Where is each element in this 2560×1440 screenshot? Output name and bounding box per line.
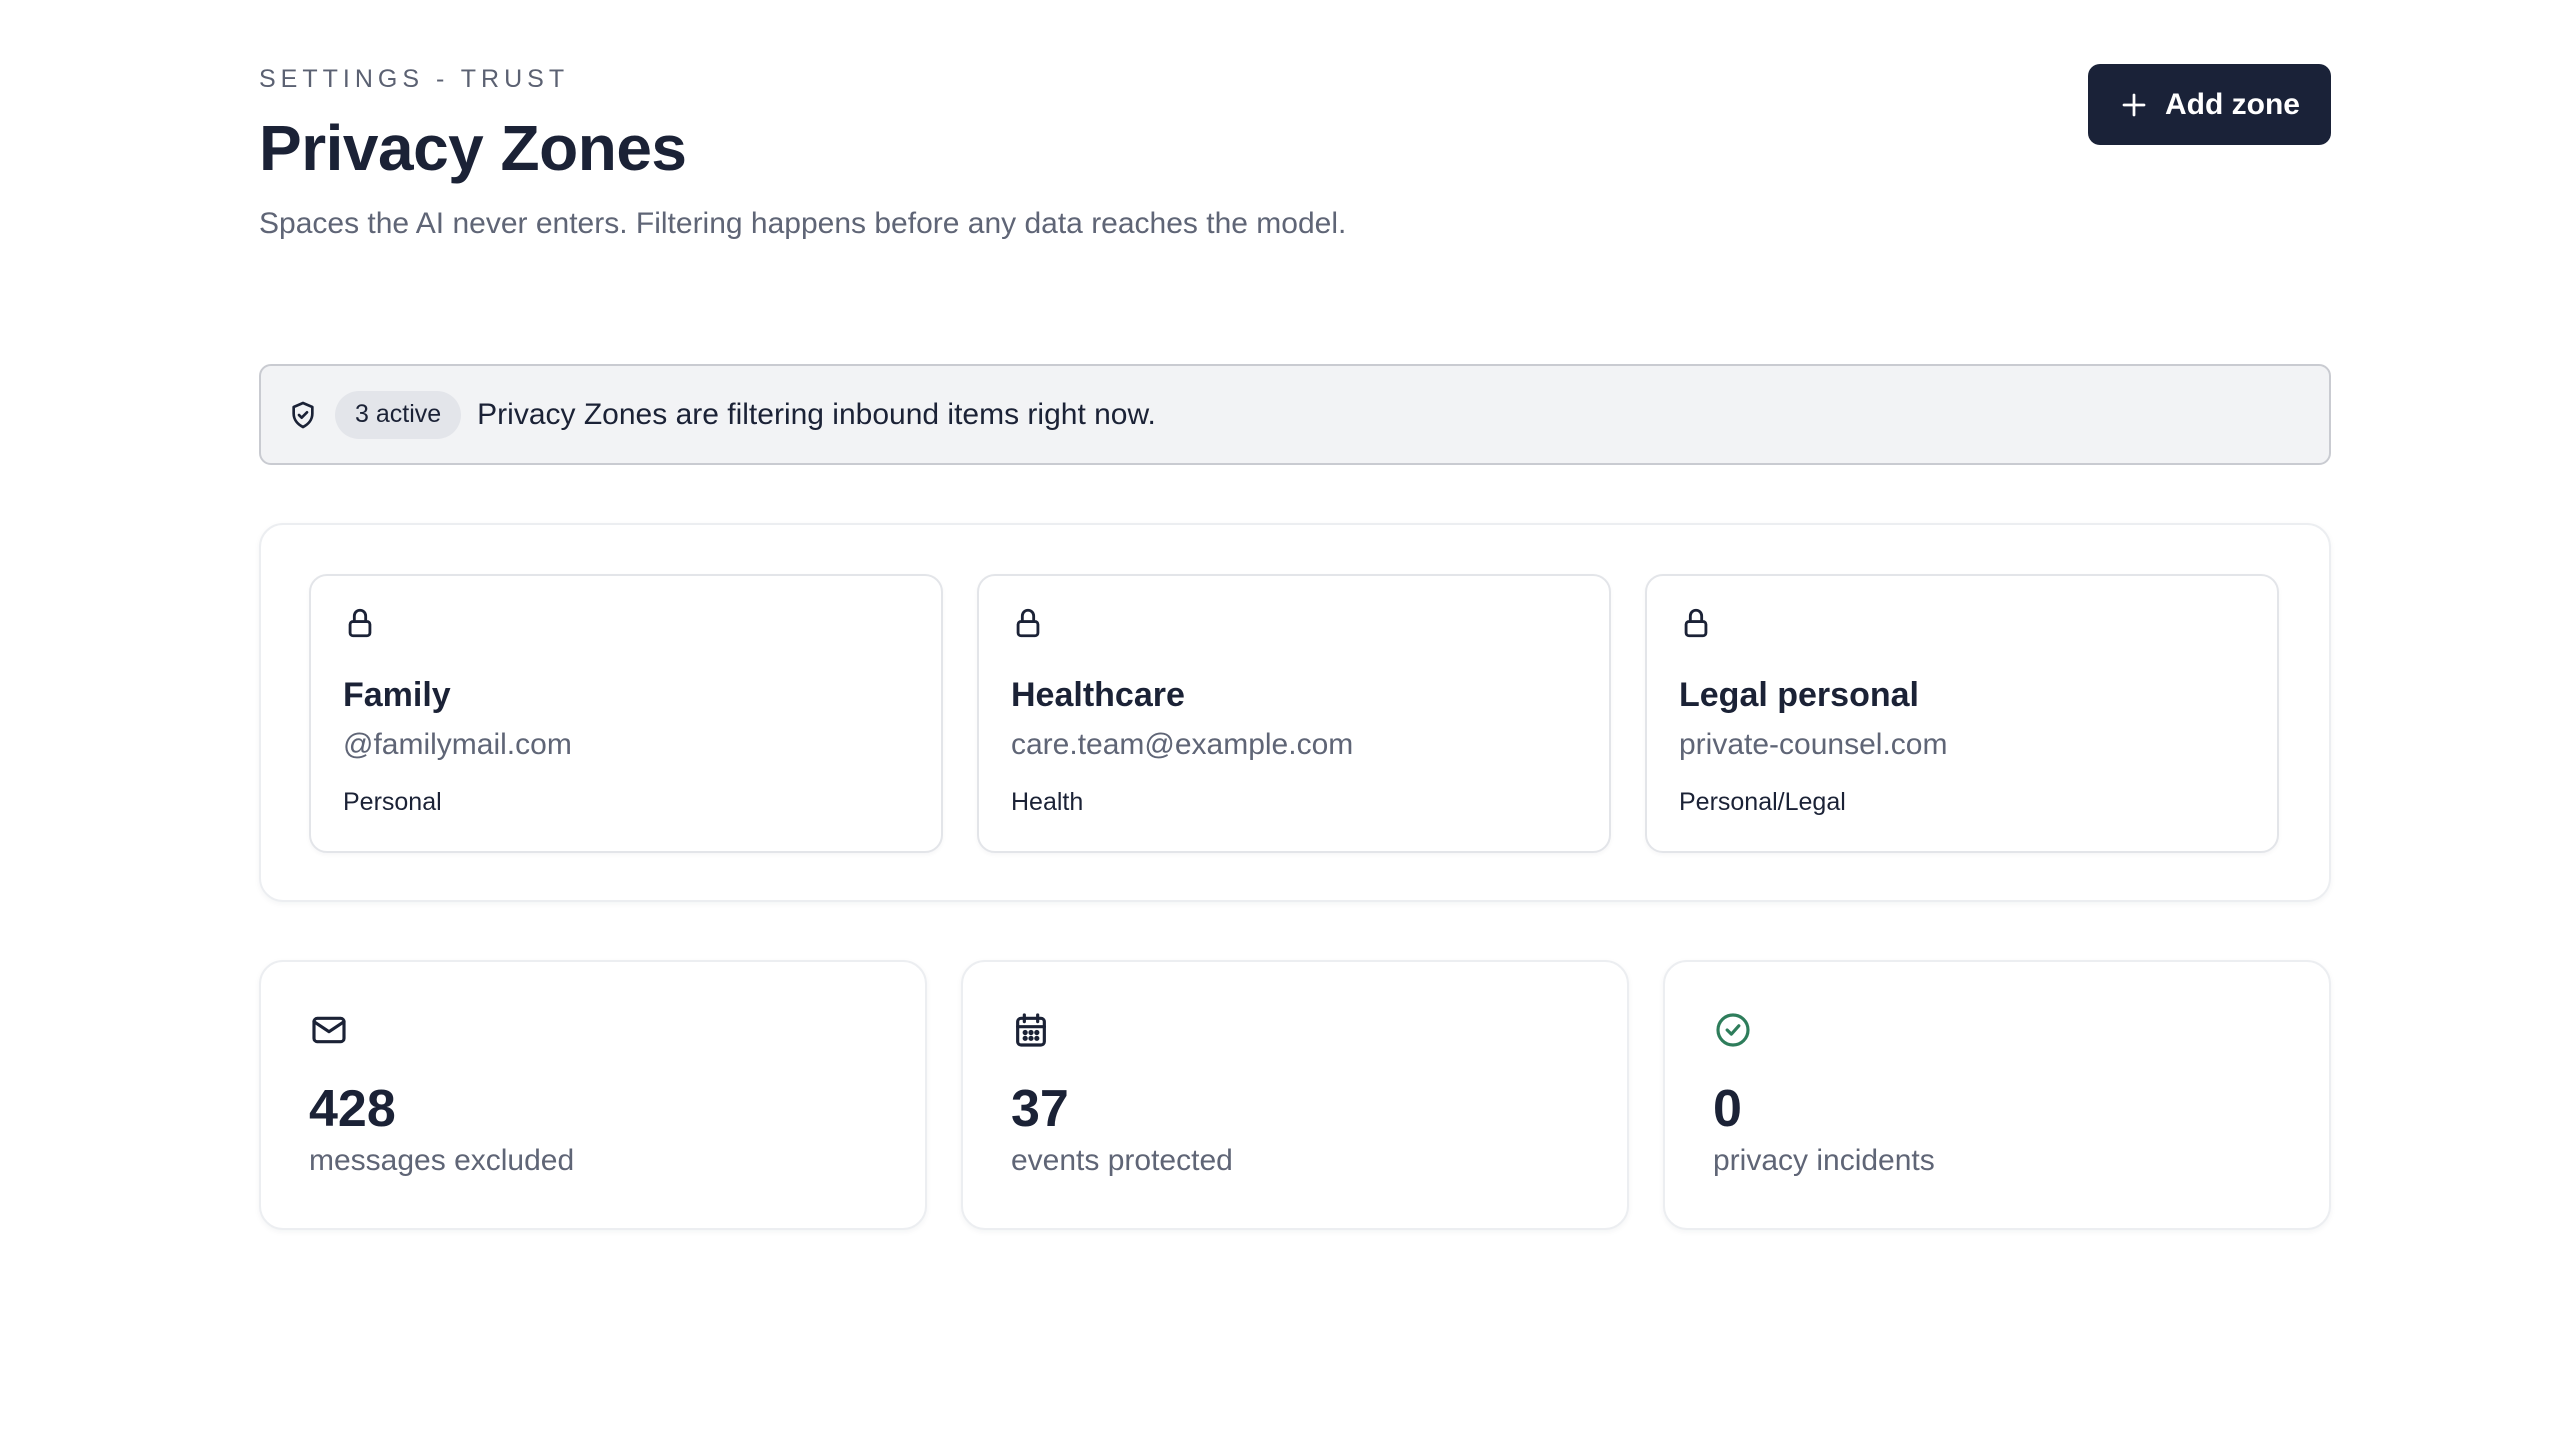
zone-name: Family (343, 676, 451, 714)
lock-icon (1016, 608, 1040, 638)
zone-card-legal-personal[interactable]: Legal personal private-counsel.com Perso… (1645, 574, 2279, 853)
add-zone-label: Add zone (2165, 87, 2300, 121)
stat-events-protected: 37 events protected (961, 960, 1629, 1230)
stat-privacy-incidents: 0 privacy incidents (1663, 960, 2331, 1230)
stat-label: events protected (1011, 1144, 1233, 1177)
zone-card-healthcare[interactable]: Healthcare care.team@example.com Health (977, 574, 1611, 853)
stats-row: 428 messages excluded 37 events protecte… (259, 960, 2331, 1230)
zone-category: Personal (343, 788, 442, 816)
page-header: SETTINGS - TRUST Privacy Zones Spaces th… (259, 64, 2331, 254)
status-banner: 3 active Privacy Zones are filtering inb… (259, 364, 2331, 465)
add-zone-button[interactable]: Add zone (2088, 64, 2331, 145)
stat-value: 0 (1713, 1080, 1742, 1138)
zone-category: Personal/Legal (1679, 788, 1846, 816)
zone-address: @familymail.com (343, 728, 572, 761)
calendar-icon (1016, 1013, 1046, 1047)
page-subtitle: Spaces the AI never enters. Filtering ha… (259, 207, 1347, 240)
status-badge: 3 active (335, 390, 462, 439)
privacy-zones-page: SETTINGS - TRUST Privacy Zones Spaces th… (259, 64, 2331, 1230)
plus-icon (2122, 93, 2146, 116)
stat-value: 37 (1011, 1080, 1069, 1138)
stat-messages-excluded: 428 messages excluded (259, 960, 927, 1230)
zone-card-family[interactable]: Family @familymail.com Personal (309, 574, 943, 853)
zone-name: Legal personal (1679, 676, 1919, 714)
lock-icon (1684, 608, 1708, 638)
zone-name: Healthcare (1011, 676, 1185, 714)
banner-text: Privacy Zones are filtering inbound item… (477, 397, 1156, 431)
mail-icon (312, 1016, 346, 1044)
zone-address: private-counsel.com (1679, 728, 1948, 761)
shield-check-icon (292, 401, 314, 428)
stat-label: messages excluded (309, 1144, 575, 1177)
lock-icon (348, 608, 372, 638)
page-title: Privacy Zones (259, 112, 687, 184)
check-circle-icon (1716, 1013, 1750, 1047)
stat-label: privacy incidents (1713, 1144, 1935, 1177)
zone-address: care.team@example.com (1011, 728, 1354, 761)
stat-value: 428 (309, 1080, 396, 1138)
breadcrumb: SETTINGS - TRUST (259, 65, 570, 93)
zones-list: Family @familymail.com Personal Healthca… (259, 523, 2331, 902)
zone-category: Health (1011, 788, 1084, 816)
